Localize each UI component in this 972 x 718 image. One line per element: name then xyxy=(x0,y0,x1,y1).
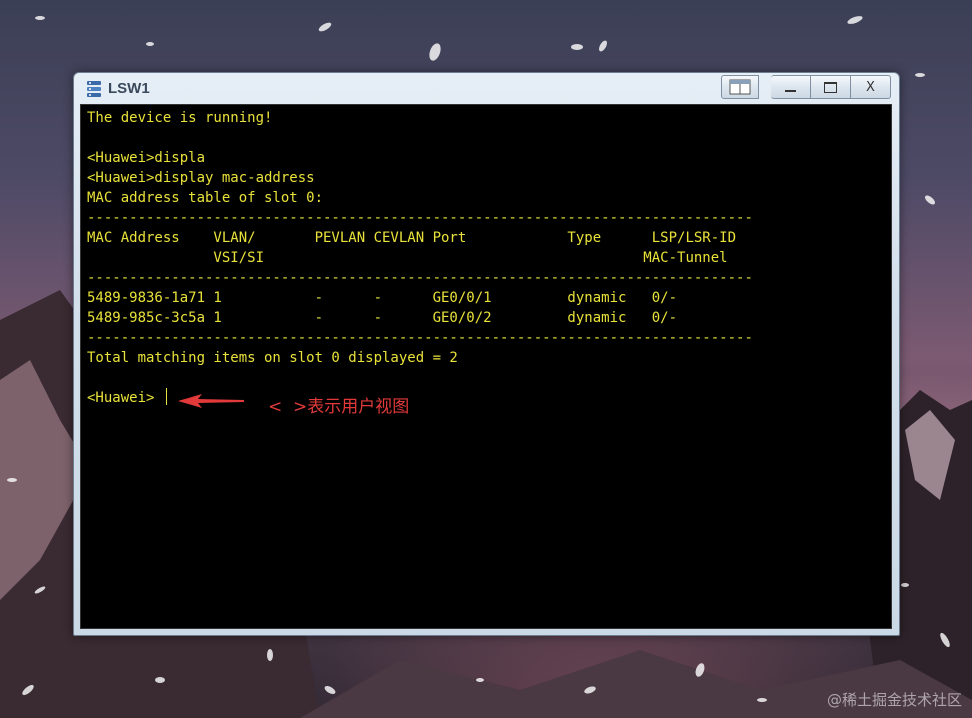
terminal-window: LSW1 X The device is running! <Huawei>di… xyxy=(73,72,900,636)
terminal-console[interactable]: The device is running! <Huawei>displa <H… xyxy=(80,104,892,629)
close-icon: X xyxy=(866,79,875,95)
window-controls: X xyxy=(721,75,891,99)
maximize-icon xyxy=(824,81,837,93)
watermark: @稀土掘金技术社区 xyxy=(826,691,962,709)
close-button[interactable]: X xyxy=(851,75,891,99)
switch-app-icon xyxy=(87,81,101,97)
layout-icon xyxy=(729,79,751,95)
annotation-label: < >表示用户视图 xyxy=(268,397,410,417)
text-cursor xyxy=(166,388,167,405)
terminal-output: The device is running! <Huawei>displa <H… xyxy=(87,110,753,406)
title-bar[interactable]: LSW1 X xyxy=(74,73,899,104)
window-title: LSW1 xyxy=(108,80,150,97)
minimize-button[interactable] xyxy=(771,75,811,99)
restore-layout-button[interactable] xyxy=(721,75,759,99)
maximize-button[interactable] xyxy=(811,75,851,99)
minimize-icon xyxy=(785,90,796,92)
annotation-arrow-icon xyxy=(178,394,244,408)
